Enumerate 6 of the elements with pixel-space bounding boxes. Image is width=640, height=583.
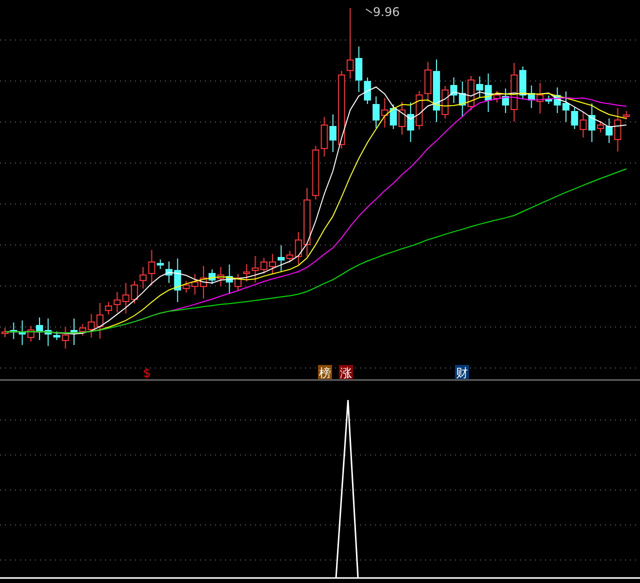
peak-price-label: 9.96	[373, 5, 400, 19]
leader-line	[366, 8, 372, 14]
signal-tag: 财	[455, 365, 469, 380]
signal-glyph: $	[143, 366, 151, 380]
signal-tag: 榜	[318, 365, 332, 380]
signal-tag: 涨	[339, 365, 353, 380]
